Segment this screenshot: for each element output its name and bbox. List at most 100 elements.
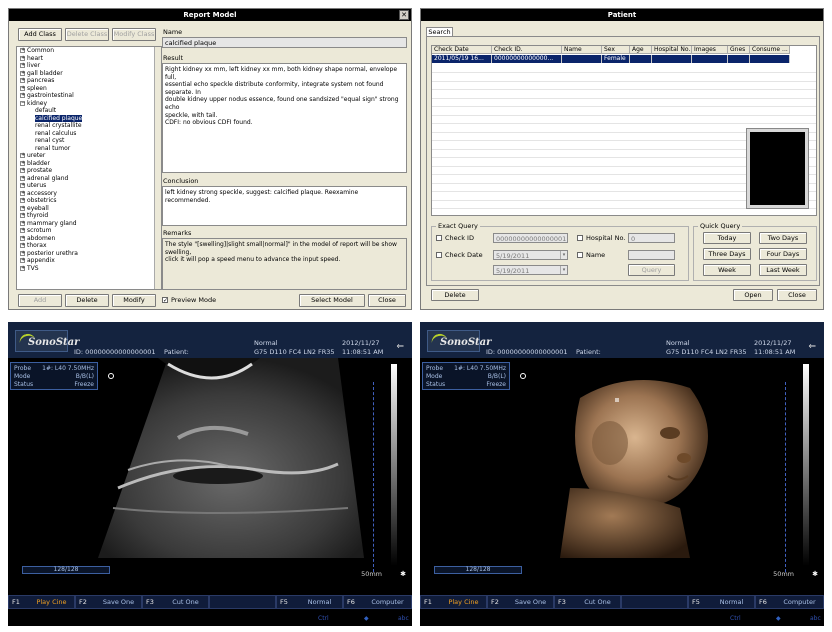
tree-leaf[interactable]: renal crystallite — [17, 122, 161, 130]
f1-play-cine-key[interactable]: F1 Play Cine — [8, 595, 75, 609]
column-header[interactable]: Hospital No. — [652, 46, 692, 53]
conclusion-textbox[interactable]: left kidney strong speckle, suggest: cal… — [162, 186, 407, 226]
add-class-button[interactable]: Add Class — [18, 28, 62, 41]
f5-normal-key[interactable]: F5 Normal — [688, 595, 755, 609]
patient-table[interactable]: Check Date Check ID. Name Sex Age Hospital No… — [431, 45, 817, 216]
tree-category[interactable]: + bladder — [17, 160, 161, 168]
expand-icon[interactable]: + — [20, 205, 25, 211]
modify-button[interactable]: Modify — [112, 294, 156, 307]
expand-icon[interactable]: + — [20, 250, 25, 256]
tree-category[interactable]: + Common — [17, 47, 161, 55]
checkbox-icon[interactable] — [162, 297, 168, 303]
expand-icon[interactable]: + — [20, 243, 25, 248]
collapse-icon[interactable]: − — [20, 100, 25, 106]
query-button[interactable]: Query — [628, 264, 675, 276]
close-button[interactable]: Close — [368, 294, 406, 307]
close-button[interactable]: Close — [777, 289, 817, 301]
expand-icon[interactable]: + — [20, 93, 25, 98]
f3-cut-one-key[interactable]: F3 Cut One — [142, 595, 209, 609]
tree-category[interactable]: + liver — [17, 62, 161, 70]
close-icon[interactable]: ✕ — [399, 10, 409, 20]
open-button[interactable]: Open — [733, 289, 773, 301]
date-to-dropdown-icon[interactable]: ▾ — [560, 266, 567, 274]
tree-leaf[interactable]: renal tumor — [17, 145, 161, 153]
f6-computer-key[interactable]: F6 Computer — [755, 595, 824, 609]
tree-category[interactable]: + spleen — [17, 85, 161, 93]
tree-category[interactable]: + mammary gland — [17, 220, 161, 228]
two-days-button[interactable]: Two Days — [759, 232, 807, 244]
column-header[interactable]: Check Date — [432, 46, 492, 53]
f1-play-cine-key[interactable]: F1 Play Cine — [420, 595, 487, 609]
delete-button[interactable]: Delete — [431, 289, 479, 301]
modify-class-button[interactable]: Modify Class — [112, 28, 156, 41]
tree-scrollbar[interactable] — [154, 47, 161, 289]
result-textbox[interactable]: Right kidney xx mm, left kidney xx mm, b… — [162, 63, 407, 173]
expand-icon[interactable]: + — [20, 175, 25, 181]
tree-category[interactable]: + abdomen — [17, 235, 161, 243]
four-days-button[interactable]: Four Days — [759, 248, 807, 260]
name-field[interactable] — [628, 250, 675, 260]
three-days-button[interactable]: Three Days — [703, 248, 751, 260]
check-id-checkbox[interactable]: Check ID — [436, 234, 474, 242]
tree-category[interactable]: − kidney — [17, 100, 161, 108]
check-date-checkbox[interactable]: Check Date — [436, 251, 483, 259]
expand-icon[interactable]: + — [20, 160, 25, 166]
date-from-dropdown-icon[interactable]: ▾ — [560, 251, 567, 259]
check-id-field[interactable]: 00000000000000001 — [493, 233, 568, 243]
tree-leaf[interactable]: renal calculus — [17, 130, 161, 138]
today-button[interactable]: Today — [703, 232, 751, 244]
checkbox-icon[interactable] — [577, 235, 583, 241]
f5-normal-key[interactable]: F5 Normal — [276, 595, 343, 609]
tree-category[interactable]: + posterior urethra — [17, 250, 161, 258]
name-field[interactable]: calcified plaque — [162, 37, 407, 48]
column-header[interactable]: Sex — [602, 46, 630, 53]
column-header[interactable]: Name — [562, 46, 602, 53]
expand-icon[interactable]: + — [20, 190, 25, 196]
preview-mode-checkbox[interactable]: Preview Mode — [162, 296, 216, 304]
tree-category[interactable]: + scrotum — [17, 227, 161, 235]
checkbox-icon[interactable] — [436, 235, 442, 241]
tree-leaf[interactable]: default — [17, 107, 161, 115]
tree-category[interactable]: + heart — [17, 55, 161, 63]
expand-icon[interactable]: + — [20, 168, 25, 173]
expand-icon[interactable]: + — [20, 258, 25, 263]
expand-icon[interactable]: + — [20, 78, 25, 83]
delete-class-button[interactable]: Delete Class — [65, 28, 109, 41]
expand-icon[interactable]: + — [20, 70, 25, 76]
tree-category[interactable]: + pancreas — [17, 77, 161, 85]
column-header[interactable]: Images — [692, 46, 728, 53]
tree-category[interactable]: + gall bladder — [17, 70, 161, 78]
tree-category[interactable]: + eyeball — [17, 205, 161, 213]
tree-category[interactable]: + uterus — [17, 182, 161, 190]
f2-save-one-key[interactable]: F2 Save One — [487, 595, 554, 609]
hospital-no-checkbox[interactable]: Hospital No. — [577, 234, 625, 242]
last-week-button[interactable]: Last Week — [759, 264, 807, 276]
column-header[interactable]: Check ID. — [492, 46, 562, 53]
tree-category[interactable]: + adrenal gland — [17, 175, 161, 183]
column-header[interactable]: Gnes — [728, 46, 750, 53]
expand-icon[interactable]: + — [20, 265, 25, 271]
tree-category[interactable]: + accessory — [17, 190, 161, 198]
f2-save-one-key[interactable]: F2 Save One — [75, 595, 142, 609]
add-button[interactable]: Add — [18, 294, 62, 307]
select-model-button[interactable]: Select Model — [299, 294, 365, 307]
checkbox-icon[interactable] — [436, 252, 442, 258]
f3-cut-one-key[interactable]: F3 Cut One — [554, 595, 621, 609]
f4-empty-key[interactable] — [621, 595, 688, 609]
class-tree[interactable]: + Common + heart + liver + gall bladder + pancrea… — [16, 46, 162, 290]
tree-category[interactable]: + ureter — [17, 152, 161, 160]
f4-empty-key[interactable] — [209, 595, 276, 609]
table-row[interactable]: 2011/05/19 16... 00000000000000... Female — [432, 55, 790, 63]
column-header[interactable]: Consume ... — [750, 46, 790, 53]
tree-category[interactable]: + gastrointestinal — [17, 92, 161, 100]
column-header[interactable]: Age — [630, 46, 652, 53]
delete-button[interactable]: Delete — [65, 294, 109, 307]
expand-icon[interactable]: + — [20, 213, 25, 218]
expand-icon[interactable]: + — [20, 85, 25, 91]
name-checkbox[interactable]: Name — [577, 251, 605, 259]
expand-icon[interactable]: + — [20, 228, 25, 233]
date-to-field[interactable]: 5/19/2011 — [493, 265, 568, 275]
tree-category[interactable]: + TVS — [17, 265, 161, 273]
tree-category[interactable]: + appendix — [17, 257, 161, 265]
tree-category[interactable]: + obstetrics — [17, 197, 161, 205]
